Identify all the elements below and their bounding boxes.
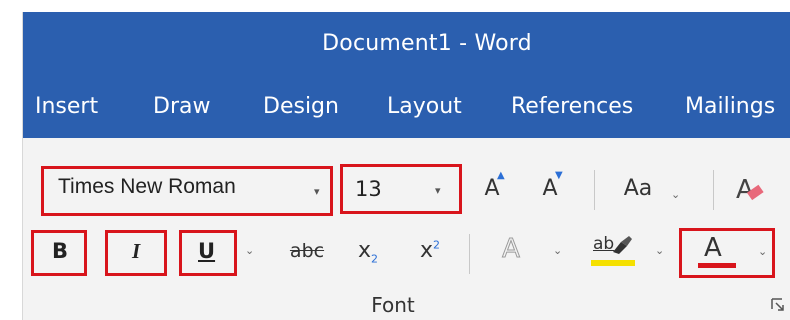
font-size-value: 13 xyxy=(355,177,382,201)
title-bar: Document1 - Word Insert Draw Design Layo… xyxy=(23,12,790,138)
dialog-launcher-icon[interactable] xyxy=(771,298,785,312)
italic-label: I xyxy=(132,239,141,263)
chevron-down-icon[interactable]: ⌄ xyxy=(671,188,680,201)
tab-references[interactable]: References xyxy=(511,94,633,119)
font-color-icon: A xyxy=(704,233,722,263)
bold-button[interactable]: B xyxy=(31,230,87,276)
up-caret-icon: ▲ xyxy=(497,170,505,181)
grow-font-button[interactable]: A ▲ xyxy=(477,170,507,201)
chevron-down-icon[interactable]: ⌄ xyxy=(655,244,664,257)
tab-layout[interactable]: Layout xyxy=(387,94,462,119)
word-window: Document1 - Word Insert Draw Design Layo… xyxy=(22,12,790,320)
text-effects-button[interactable]: A xyxy=(493,234,529,265)
shrink-font-button[interactable]: A ▼ xyxy=(535,170,565,201)
font-color-bar xyxy=(698,263,736,268)
svg-text:A: A xyxy=(736,175,754,204)
subscript-mark: 2 xyxy=(371,252,379,266)
chevron-down-icon[interactable]: ⌄ xyxy=(245,244,254,257)
chevron-down-icon: ▾ xyxy=(314,185,320,198)
font-size-dropdown[interactable]: 13 ▾ xyxy=(340,164,462,214)
superscript-mark: 2 xyxy=(433,238,441,252)
italic-button[interactable]: I xyxy=(105,230,167,276)
chevron-down-icon: ⌄ xyxy=(758,245,768,258)
strikethrough-button[interactable]: abc xyxy=(281,240,333,262)
tab-design[interactable]: Design xyxy=(263,94,339,119)
highlight-color-button[interactable]: ab xyxy=(589,234,639,274)
marker-icon xyxy=(613,236,632,254)
tab-draw[interactable]: Draw xyxy=(153,94,210,119)
tab-insert[interactable]: Insert xyxy=(35,94,98,119)
chevron-down-icon: ▾ xyxy=(435,184,441,197)
strikethrough-label: abc xyxy=(289,240,325,262)
highlight-color-bar xyxy=(591,260,635,266)
superscript-label: x xyxy=(419,238,434,263)
superscript-button[interactable]: x2 xyxy=(411,238,449,263)
separator xyxy=(713,170,714,210)
change-case-button[interactable]: Aa xyxy=(613,176,663,201)
font-color-button[interactable]: A ⌄ xyxy=(679,228,775,278)
clear-formatting-icon: A xyxy=(736,175,764,205)
down-caret-icon: ▼ xyxy=(555,170,563,181)
window-title: Document1 - Word xyxy=(322,31,532,56)
clear-formatting-button[interactable]: A xyxy=(731,174,771,210)
group-label-font: Font xyxy=(371,293,415,317)
underline-button[interactable]: U xyxy=(179,230,237,276)
tab-mailings[interactable]: Mailings xyxy=(685,94,775,119)
font-name-value: Times New Roman xyxy=(58,175,236,198)
underline-label: U xyxy=(198,239,216,263)
ribbon-font-group: Times New Roman ▾ 13 ▾ A ▲ A ▼ Aa ⌄ A B … xyxy=(23,138,790,320)
bold-label: B xyxy=(52,239,69,263)
change-case-icon: Aa xyxy=(623,176,653,201)
separator xyxy=(594,170,595,210)
chevron-down-icon[interactable]: ⌄ xyxy=(553,244,562,257)
text-effects-icon: A xyxy=(502,234,521,265)
subscript-label: x xyxy=(357,238,372,263)
separator xyxy=(469,234,470,274)
font-name-dropdown[interactable]: Times New Roman ▾ xyxy=(41,166,333,216)
subscript-button[interactable]: x2 xyxy=(349,238,387,265)
